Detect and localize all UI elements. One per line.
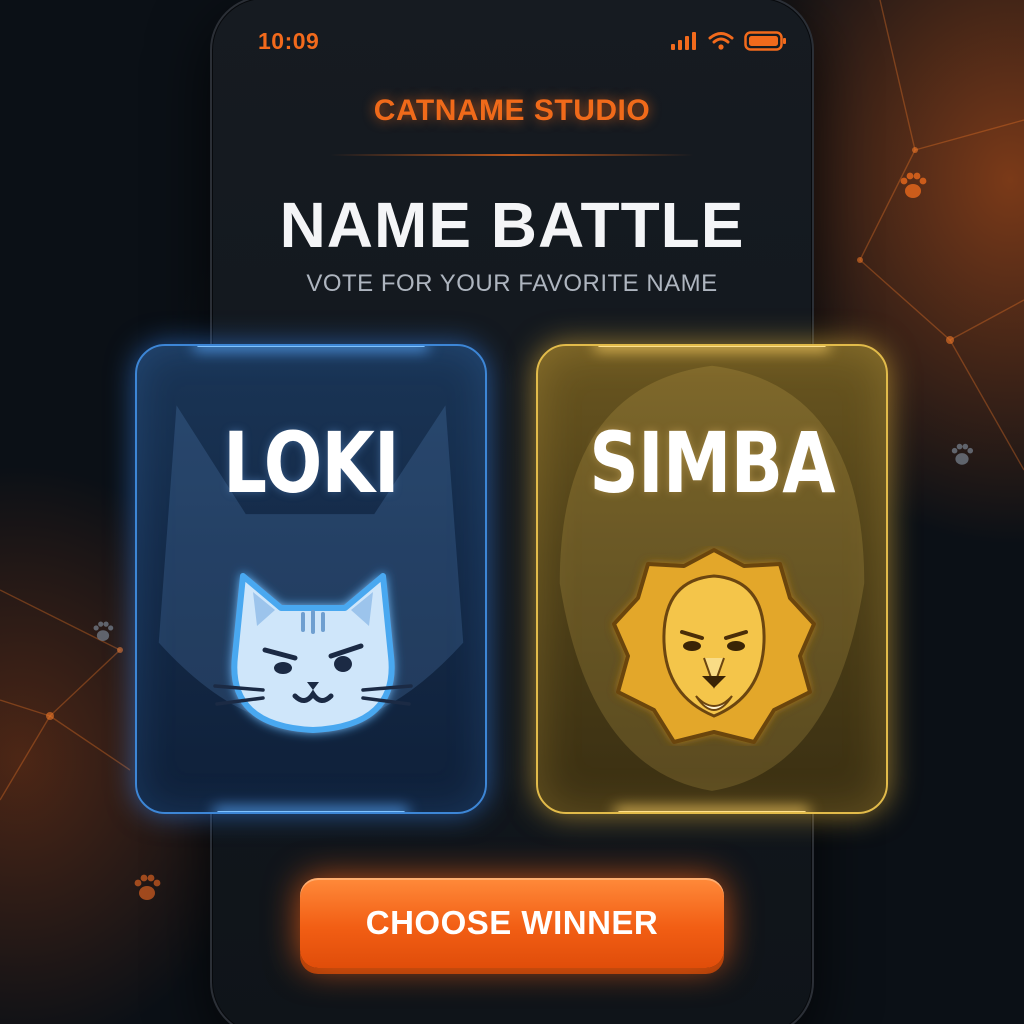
status-bar: 10:09 xyxy=(258,26,788,56)
card-glow-top xyxy=(197,346,425,347)
brand-divider xyxy=(330,154,694,156)
page-subtitle: VOTE FOR YOUR FAVORITE NAME xyxy=(306,270,718,297)
name-card-simba[interactable]: SIMBA xyxy=(536,344,888,814)
cat-face-icon xyxy=(213,573,413,733)
card-glow-bottom xyxy=(217,811,405,812)
status-time: 10:09 xyxy=(258,27,320,54)
paw-print-icon xyxy=(951,443,974,465)
name-card-loki[interactable]: LOKI xyxy=(135,344,487,814)
paw-print-icon xyxy=(93,621,114,641)
card-name-loki: LOKI xyxy=(223,414,400,512)
status-icons xyxy=(670,30,788,52)
battery-icon xyxy=(744,31,786,51)
paw-print-icon xyxy=(900,172,927,198)
paw-print-icon xyxy=(134,874,161,900)
choose-winner-button[interactable]: CHOOSE WINNER xyxy=(300,878,724,968)
lion-face-icon xyxy=(612,548,816,744)
signal-icon xyxy=(671,32,696,50)
card-glow-bottom xyxy=(618,811,806,812)
brand-name: CATNAME STUDIO xyxy=(373,94,651,127)
page-title: NAME BATTLE xyxy=(279,189,745,261)
wifi-icon xyxy=(708,32,734,50)
app-screen: 10:09 CATNAME STUDIO NAME BATTLE VOTE FO… xyxy=(0,0,1024,1024)
card-name-simba: SIMBA xyxy=(589,414,835,512)
card-glow-top xyxy=(598,346,826,347)
